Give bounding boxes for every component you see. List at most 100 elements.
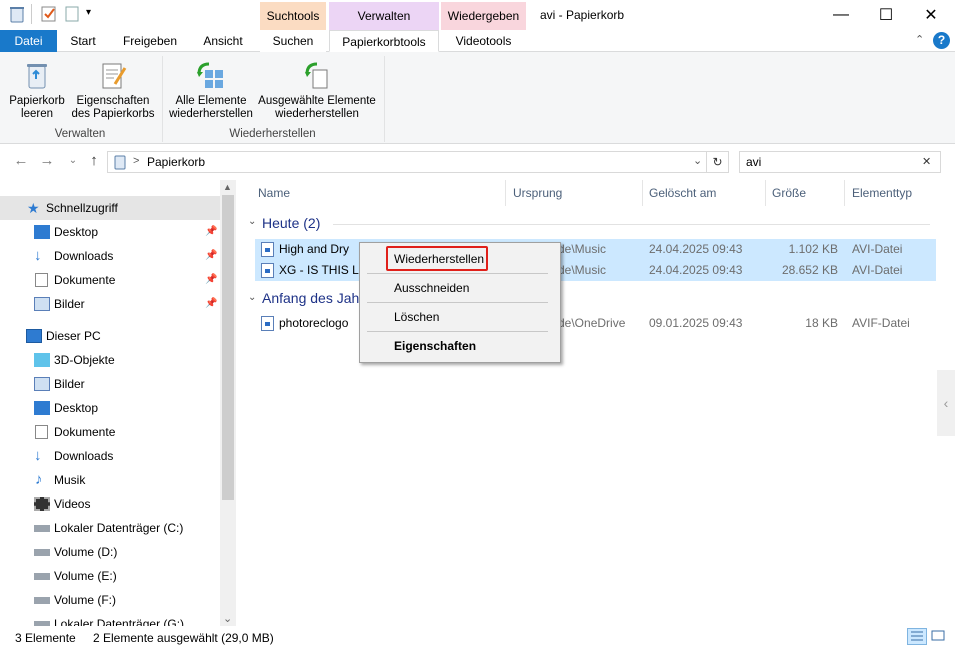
table-row[interactable]: photoreclogo de\OneDrive 09.01.2025 09:4…	[255, 313, 936, 334]
column-header-origin[interactable]: Ursprung	[513, 180, 562, 206]
menu-separator	[367, 273, 548, 274]
image-file-icon	[261, 316, 274, 331]
collapse-group-icon[interactable]: ⌄	[248, 216, 256, 227]
nav-qa-desktop[interactable]: Desktop 📌	[0, 220, 220, 244]
desktop-icon	[34, 225, 50, 239]
bin-properties-button[interactable]: Eigenschaften des Papierkorbs	[70, 60, 156, 121]
table-row[interactable]: High and Dry de\Music 24.04.2025 09:43 1…	[255, 239, 936, 260]
menu-item-delete[interactable]: Löschen	[394, 307, 439, 327]
3d-objects-icon	[34, 353, 50, 367]
search-input[interactable]: avi ✕	[739, 151, 941, 173]
scroll-up-icon[interactable]: ▲	[223, 182, 232, 192]
properties-icon	[97, 60, 129, 92]
recent-locations-icon[interactable]: ⌄	[64, 152, 82, 170]
nav-pictures[interactable]: Bilder	[0, 372, 220, 396]
scroll-down-icon[interactable]: ⌄	[223, 612, 232, 625]
context-group-manage: Verwalten	[329, 2, 439, 30]
nav-qa-pictures[interactable]: Bilder 📌	[0, 292, 220, 316]
properties-quick-icon[interactable]	[40, 5, 58, 23]
nav-downloads[interactable]: ↓ Downloads	[0, 444, 220, 468]
pin-icon[interactable]: 📌	[205, 244, 217, 268]
refresh-icon[interactable]: ↻	[707, 151, 729, 173]
drive-icon	[34, 597, 50, 604]
up-arrow-icon[interactable]: ↑	[85, 152, 103, 170]
nav-drive-f[interactable]: Volume (F:)	[0, 588, 220, 612]
forward-arrow-icon[interactable]: →	[38, 152, 56, 170]
address-dropdown-icon[interactable]: ⌄	[693, 154, 702, 167]
quick-access-dropdown-icon[interactable]: ▾	[86, 7, 91, 18]
breadcrumb-recycle-bin[interactable]: Papierkorb	[147, 155, 205, 169]
details-view-icon[interactable]	[907, 628, 927, 645]
star-icon: ★	[27, 200, 40, 216]
menu-item-properties[interactable]: Eigenschaften	[394, 336, 476, 356]
status-selection: 2 Elemente ausgewählt (29,0 MB)	[93, 631, 274, 645]
column-header-type[interactable]: Elementtyp	[852, 180, 912, 206]
tab-share[interactable]: Freigeben	[112, 30, 188, 52]
nav-scroll-thumb[interactable]	[222, 195, 234, 500]
tab-video-tools[interactable]: Videotools	[441, 30, 526, 52]
maximize-button[interactable]: ☐	[863, 0, 909, 30]
close-button[interactable]: ✕	[908, 0, 954, 30]
nav-drive-c[interactable]: Lokaler Datenträger (C:)	[0, 516, 220, 540]
context-group-play: Wiedergeben	[441, 2, 526, 30]
video-file-icon	[261, 242, 274, 257]
ribbon-separator	[162, 56, 163, 142]
videos-icon	[34, 497, 50, 511]
new-folder-quick-icon[interactable]	[63, 5, 81, 23]
desktop-icon	[34, 401, 50, 415]
tab-start[interactable]: Start	[57, 30, 109, 52]
back-arrow-icon[interactable]: ←	[12, 152, 30, 170]
tab-recycle-bin-tools[interactable]: Papierkorbtools	[329, 30, 439, 52]
column-separator[interactable]	[505, 180, 506, 206]
nav-drive-e[interactable]: Volume (E:)	[0, 564, 220, 588]
help-icon[interactable]: ?	[933, 32, 950, 49]
nav-documents[interactable]: Dokumente	[0, 420, 220, 444]
clear-search-icon[interactable]: ✕	[922, 155, 931, 168]
large-icons-view-icon[interactable]	[929, 628, 949, 645]
collapse-ribbon-icon[interactable]: ⌃	[915, 33, 924, 46]
column-separator[interactable]	[844, 180, 845, 206]
column-header-size[interactable]: Größe	[772, 180, 806, 206]
nav-this-pc[interactable]: Dieser PC	[0, 324, 220, 348]
tab-file[interactable]: Datei	[0, 30, 57, 52]
group-header-today[interactable]: Heute (2)	[262, 215, 320, 231]
group-header-year-start[interactable]: Anfang des Jahres (1)	[262, 290, 359, 306]
nav-music[interactable]: ♪ Musik	[0, 468, 220, 492]
recycle-bin-empty-icon	[21, 60, 53, 92]
menu-item-cut[interactable]: Ausschneiden	[394, 278, 469, 298]
nav-3d-objects[interactable]: 3D-Objekte	[0, 348, 220, 372]
group-divider	[333, 224, 930, 225]
column-separator[interactable]	[765, 180, 766, 206]
nav-videos[interactable]: Videos	[0, 492, 220, 516]
collapse-group-icon[interactable]: ⌄	[248, 292, 256, 303]
minimize-button[interactable]: —	[818, 0, 864, 30]
navigation-pane: ★ Schnellzugriff Desktop 📌 ↓ Downloads 📌…	[0, 180, 236, 626]
empty-bin-button[interactable]: Papierkorb leeren	[6, 60, 68, 121]
breadcrumb-separator[interactable]: >	[133, 155, 139, 167]
nav-quick-access[interactable]: ★ Schnellzugriff	[0, 196, 220, 220]
restore-selected-button[interactable]: Ausgewählte Elemente wiederherstellen	[256, 60, 378, 121]
nav-drive-d[interactable]: Volume (D:)	[0, 540, 220, 564]
nav-qa-downloads[interactable]: ↓ Downloads 📌	[0, 244, 220, 268]
tab-search[interactable]: Suchen	[260, 30, 326, 52]
download-icon: ↓	[34, 447, 42, 464]
column-separator[interactable]	[642, 180, 643, 206]
table-row[interactable]: XG - IS THIS LOVE de\Music 24.04.2025 09…	[255, 260, 936, 281]
pictures-icon	[34, 377, 50, 391]
tab-view[interactable]: Ansicht	[190, 30, 256, 52]
pictures-icon	[34, 297, 50, 311]
pin-icon[interactable]: 📌	[205, 268, 217, 292]
nav-qa-documents[interactable]: Dokumente 📌	[0, 268, 220, 292]
recycle-bin-icon	[112, 154, 128, 170]
address-bar[interactable]: > Papierkorb ⌄	[107, 151, 707, 173]
restore-all-button[interactable]: Alle Elemente wiederherstellen	[166, 60, 256, 121]
column-header-deleted[interactable]: Gelöscht am	[649, 180, 716, 206]
details-pane-toggle-icon[interactable]: ‹	[937, 370, 955, 436]
column-header-name[interactable]: Name	[258, 180, 290, 206]
ribbon-group-manage-label: Verwalten	[54, 128, 106, 140]
nav-drive-g[interactable]: Lokaler Datenträger (G:)	[0, 612, 220, 626]
nav-desktop[interactable]: Desktop	[0, 396, 220, 420]
pin-icon[interactable]: 📌	[205, 292, 217, 316]
menu-separator	[367, 331, 548, 332]
pin-icon[interactable]: 📌	[205, 220, 217, 244]
